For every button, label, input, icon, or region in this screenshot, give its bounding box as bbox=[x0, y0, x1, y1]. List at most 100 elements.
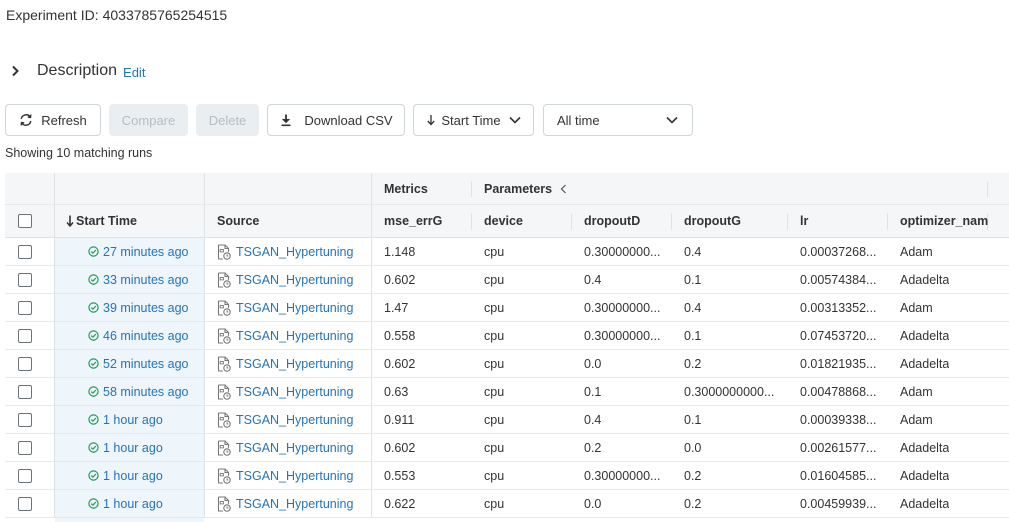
start-time-link[interactable]: 1 hour ago bbox=[88, 441, 163, 455]
notebook-icon bbox=[217, 355, 231, 372]
dropoutd-cell: 0.4 bbox=[584, 272, 602, 287]
arrow-down-icon bbox=[66, 215, 74, 227]
row-checkbox[interactable] bbox=[18, 406, 32, 433]
source-cell: TSGAN_Hypertuning bbox=[217, 322, 353, 349]
source-link[interactable]: TSGAN_Hypertuning bbox=[236, 301, 353, 315]
description-edit-link[interactable]: Edit bbox=[123, 65, 145, 80]
parameters-group-header[interactable]: Parameters bbox=[484, 173, 567, 204]
mse-errg-cell: 0.553 bbox=[384, 468, 416, 483]
lr-cell: 0.00574384... bbox=[800, 272, 877, 287]
lr-cell: 0.00459939... bbox=[800, 496, 877, 511]
source-link[interactable]: TSGAN_Hypertuning bbox=[236, 245, 353, 259]
table-row: 46 minutes ago TSGAN_Hypertuning 0.558 c… bbox=[5, 322, 1009, 350]
chevron-right-icon[interactable] bbox=[8, 64, 22, 78]
dropoutd-cell: 0.30000000... bbox=[584, 244, 661, 259]
download-csv-label: Download CSV bbox=[304, 112, 393, 128]
chevron-down-icon bbox=[509, 116, 521, 124]
dropoutg-cell: 0.2 bbox=[684, 356, 702, 371]
device-header[interactable]: device bbox=[484, 205, 523, 237]
source-cell: TSGAN_Hypertuning bbox=[217, 350, 353, 377]
row-checkbox[interactable] bbox=[18, 462, 32, 489]
dropoutd-cell: 0.0 bbox=[584, 356, 602, 371]
table-row: 1 hour ago TSGAN_Hypertuning 0.911 cpu 0… bbox=[5, 406, 1009, 434]
table-row: 1 hour ago TSGAN_Hypertuning 0.602 cpu 0… bbox=[5, 434, 1009, 462]
refresh-button[interactable]: Refresh bbox=[5, 104, 101, 136]
mse-errg-header[interactable]: mse_errG bbox=[384, 205, 442, 237]
download-csv-button[interactable]: Download CSV bbox=[267, 104, 405, 136]
row-checkbox[interactable] bbox=[18, 434, 32, 461]
source-link[interactable]: TSGAN_Hypertuning bbox=[236, 497, 353, 511]
source-link[interactable]: TSGAN_Hypertuning bbox=[236, 357, 353, 371]
check-circle-icon bbox=[88, 386, 99, 397]
mse-errg-cell: 0.602 bbox=[384, 272, 416, 287]
start-time-link[interactable]: 46 minutes ago bbox=[88, 329, 188, 343]
start-time-link[interactable]: 27 minutes ago bbox=[88, 245, 188, 259]
source-link[interactable]: TSGAN_Hypertuning bbox=[236, 413, 353, 427]
start-time-text: 46 minutes ago bbox=[103, 328, 189, 343]
notebook-icon bbox=[217, 299, 231, 316]
start-time-link[interactable]: 58 minutes ago bbox=[88, 385, 188, 399]
source-link[interactable]: TSGAN_Hypertuning bbox=[236, 273, 353, 287]
row-checkbox[interactable] bbox=[18, 350, 32, 377]
source-link[interactable]: TSGAN_Hypertuning bbox=[236, 441, 353, 455]
optimizer-name-cell: Adadelta bbox=[900, 496, 950, 511]
start-time-cell: 39 minutes ago bbox=[88, 294, 188, 321]
dropoutd-cell: 0.0 bbox=[584, 496, 602, 511]
optimizer-name-header[interactable]: optimizer_name bbox=[900, 205, 988, 237]
dropoutd-header[interactable]: dropoutD bbox=[584, 205, 640, 237]
source-header[interactable]: Source bbox=[217, 205, 259, 237]
optimizer-name-cell: Adadelta bbox=[900, 272, 950, 287]
runs-table: Metrics Parameters Start Time Source mse… bbox=[5, 173, 1009, 522]
dropoutg-header[interactable]: dropoutG bbox=[684, 205, 741, 237]
start-time-link[interactable]: 1 hour ago bbox=[88, 469, 163, 483]
mse-errg-cell: 0.622 bbox=[384, 496, 416, 511]
optimizer-name-cell: Adadelta bbox=[900, 468, 950, 483]
dropoutd-cell: 0.4 bbox=[584, 412, 602, 427]
row-checkbox[interactable] bbox=[18, 294, 32, 321]
source-link[interactable]: TSGAN_Hypertuning bbox=[236, 469, 353, 483]
start-time-text: 58 minutes ago bbox=[103, 384, 189, 399]
time-filter-dropdown[interactable]: All time bbox=[543, 104, 693, 136]
start-time-cell: 1 hour ago bbox=[88, 462, 163, 489]
notebook-icon bbox=[217, 327, 231, 344]
start-time-link[interactable]: 39 minutes ago bbox=[88, 301, 188, 315]
row-checkbox[interactable] bbox=[18, 266, 32, 293]
start-time-link[interactable]: 1 hour ago bbox=[88, 497, 163, 511]
lr-header[interactable]: lr bbox=[800, 205, 808, 237]
check-circle-icon bbox=[88, 358, 99, 369]
check-circle-icon bbox=[88, 470, 99, 481]
source-cell: TSGAN_Hypertuning bbox=[217, 434, 353, 461]
compare-button[interactable]: Compare bbox=[109, 104, 188, 136]
row-checkbox[interactable] bbox=[18, 378, 32, 405]
start-time-text: 1 hour ago bbox=[103, 412, 163, 427]
start-time-cell: 58 minutes ago bbox=[88, 378, 188, 405]
device-cell: cpu bbox=[484, 384, 505, 399]
notebook-icon bbox=[217, 271, 231, 288]
start-time-cell: 27 minutes ago bbox=[88, 238, 188, 265]
table-row: 39 minutes ago TSGAN_Hypertuning 1.47 cp… bbox=[5, 294, 1009, 322]
dropoutd-cell: 0.2 bbox=[584, 440, 602, 455]
row-checkbox[interactable] bbox=[18, 238, 32, 265]
dropoutg-cell: 0.3000000000... bbox=[684, 384, 775, 399]
source-link[interactable]: TSGAN_Hypertuning bbox=[236, 329, 353, 343]
source-link[interactable]: TSGAN_Hypertuning bbox=[236, 385, 353, 399]
mse-errg-cell: 0.63 bbox=[384, 384, 409, 399]
delete-button[interactable]: Delete bbox=[196, 104, 259, 136]
start-time-link[interactable]: 52 minutes ago bbox=[88, 357, 188, 371]
start-time-header[interactable]: Start Time bbox=[66, 205, 137, 237]
experiment-id-value: 4033785765254515 bbox=[102, 7, 228, 23]
source-cell: TSGAN_Hypertuning bbox=[217, 294, 353, 321]
mse-errg-cell: 0.911 bbox=[384, 412, 415, 427]
notebook-icon bbox=[217, 411, 231, 428]
mse-errg-cell: 1.47 bbox=[384, 300, 409, 315]
download-icon bbox=[279, 113, 293, 127]
mse-errg-cell: 0.558 bbox=[384, 328, 416, 343]
start-time-link[interactable]: 1 hour ago bbox=[88, 413, 163, 427]
select-all-checkbox[interactable] bbox=[18, 205, 32, 237]
parameters-group-label: Parameters bbox=[484, 181, 553, 196]
start-time-link[interactable]: 33 minutes ago bbox=[88, 273, 188, 287]
sort-dropdown[interactable]: Start Time bbox=[413, 104, 534, 136]
chevron-left-icon[interactable] bbox=[560, 184, 567, 194]
row-checkbox[interactable] bbox=[18, 322, 32, 349]
row-checkbox[interactable] bbox=[18, 490, 32, 517]
